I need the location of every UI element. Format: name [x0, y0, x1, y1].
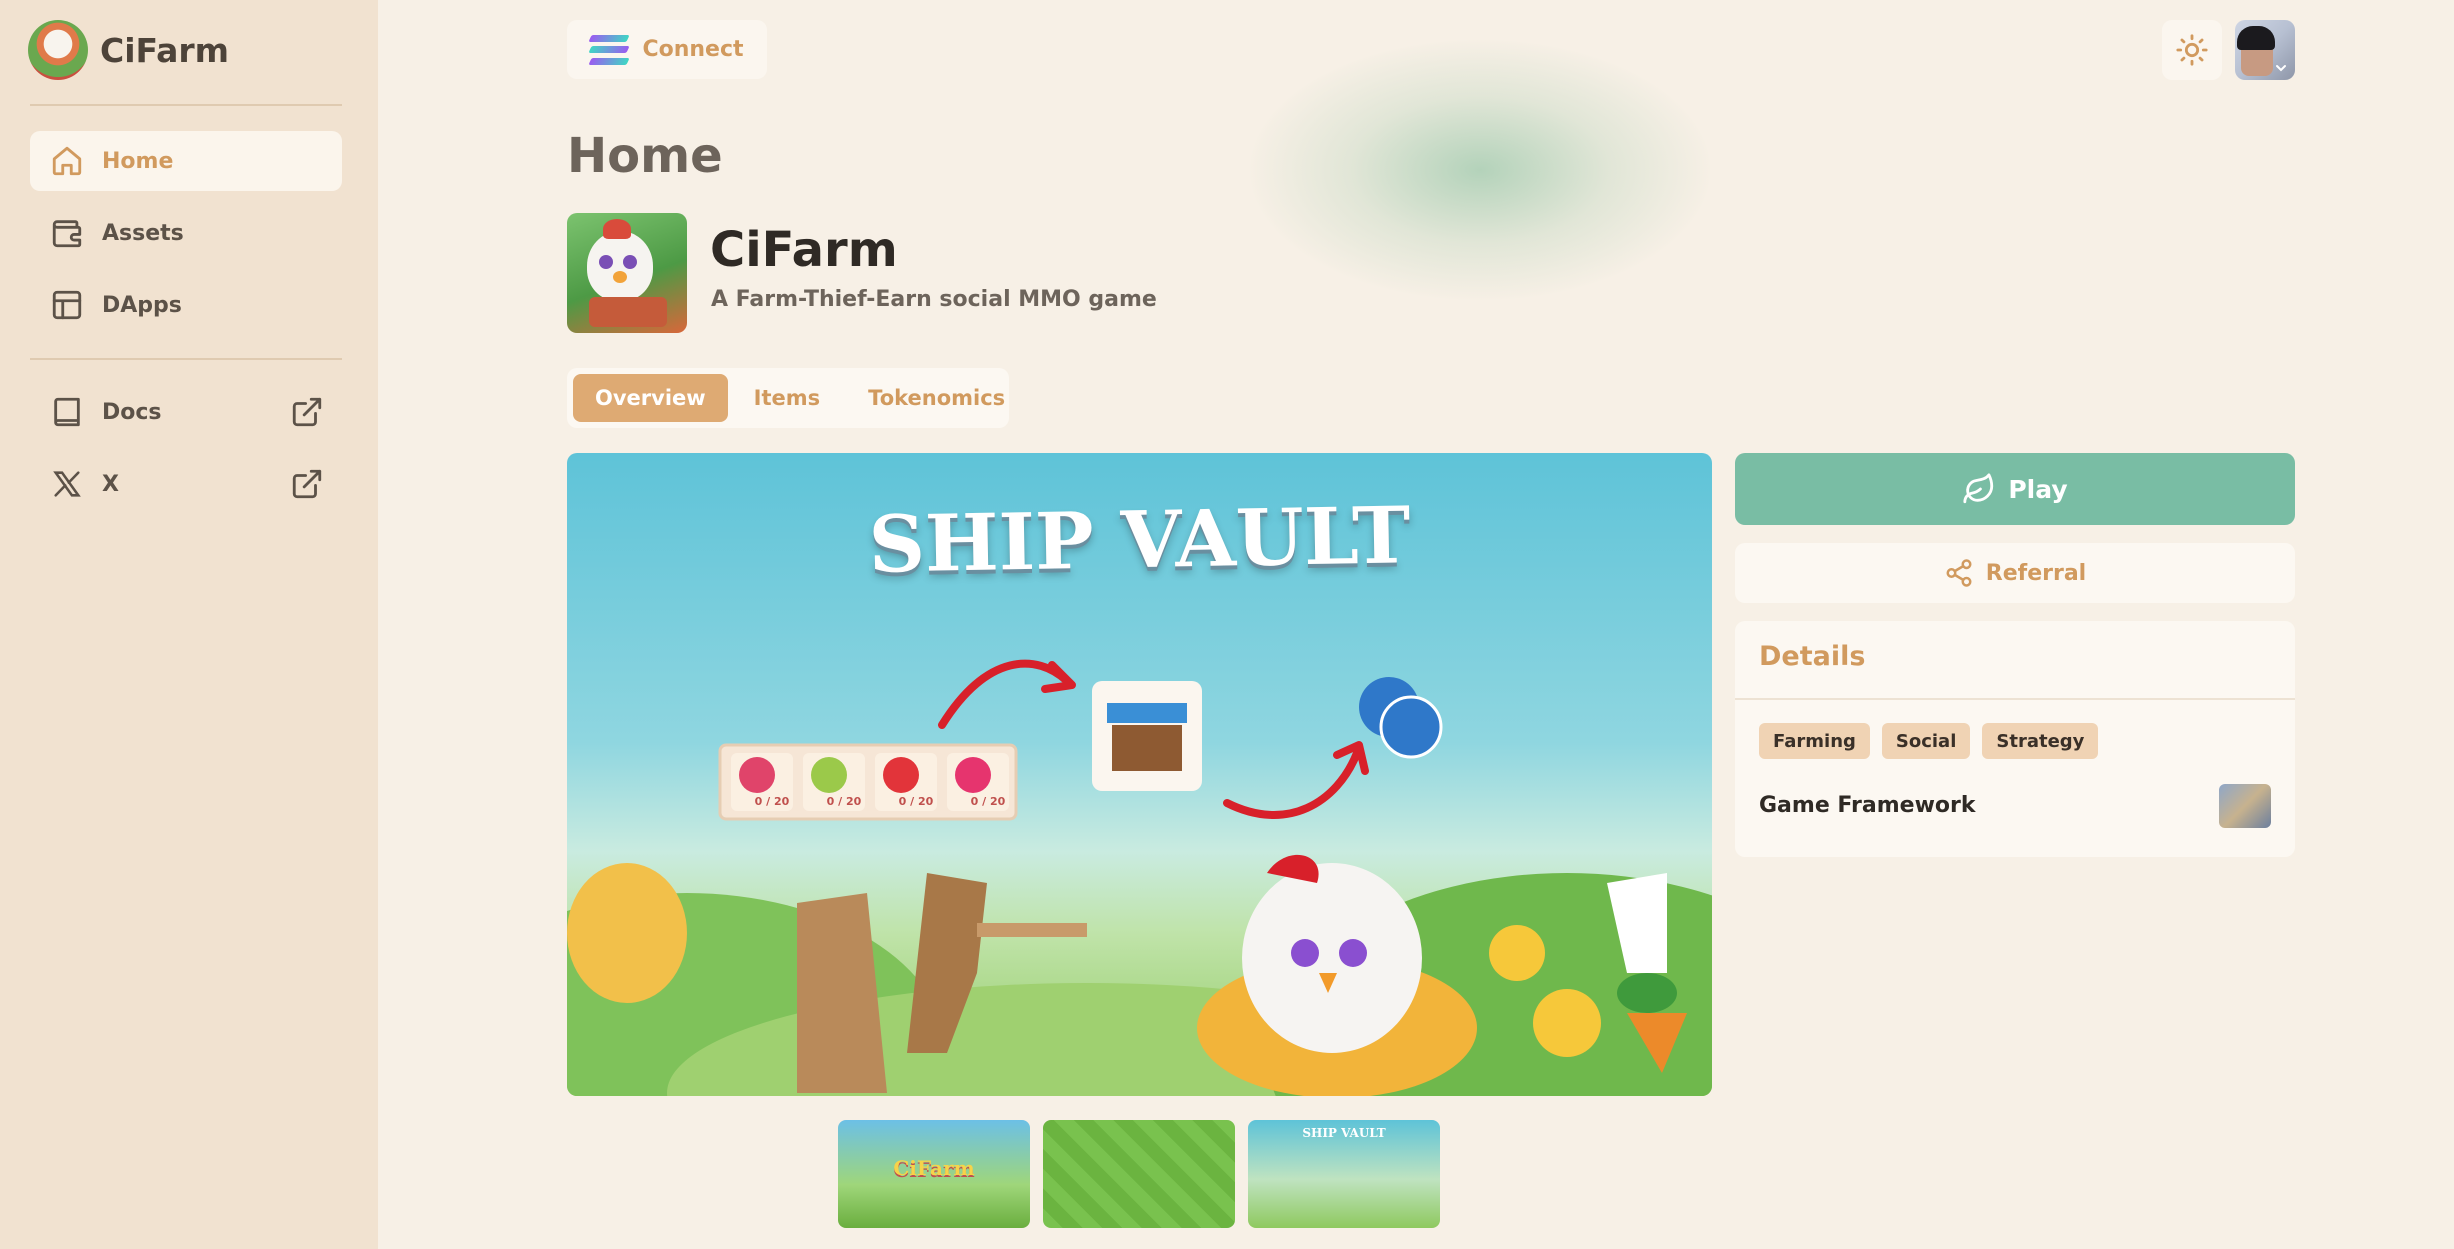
- counter-3: 0 / 20: [971, 795, 1006, 808]
- counter-1: 0 / 20: [827, 795, 862, 808]
- sidebar-item-label: Docs: [102, 399, 162, 425]
- thumbnail-2[interactable]: SHIP VAULT: [1248, 1120, 1440, 1228]
- tag-social: Social: [1881, 723, 1971, 759]
- play-label: Play: [2008, 474, 2068, 504]
- sidebar-link-docs[interactable]: Docs: [30, 382, 342, 442]
- home-icon: [52, 146, 82, 176]
- cifarm-logo: [28, 20, 88, 80]
- counter-0: 0 / 20: [755, 795, 790, 808]
- tab-items[interactable]: Items: [732, 374, 842, 422]
- details-card: Details Farming Social Strategy Game Fra…: [1735, 621, 2295, 857]
- brand[interactable]: CiFarm: [28, 20, 229, 80]
- background-glow: [1250, 40, 1710, 300]
- counter-2: 0 / 20: [899, 795, 934, 808]
- connect-wallet-button[interactable]: Connect: [567, 20, 767, 79]
- banner-image[interactable]: 0 / 20 0 / 20 0 / 20 0 / 20 SHIP VAULT: [567, 453, 1712, 1096]
- thumbnail-1[interactable]: [1043, 1120, 1235, 1228]
- chevron-down-icon: [2276, 65, 2286, 72]
- sidebar-item-label: DApps: [102, 292, 182, 318]
- game-framework-logo[interactable]: [2219, 784, 2271, 828]
- theme-toggle-button[interactable]: [2162, 20, 2222, 80]
- brand-name: CiFarm: [100, 30, 230, 70]
- sidebar-item-label: Assets: [102, 220, 184, 246]
- sidebar-link-x[interactable]: X: [30, 454, 342, 514]
- thumbnail-caption: CiFarm: [893, 1156, 975, 1180]
- tag-farming: Farming: [1759, 723, 1870, 759]
- referral-label: Referral: [1985, 560, 2087, 586]
- details-divider: [1735, 698, 2295, 700]
- thumbnail-0[interactable]: CiFarm: [838, 1120, 1030, 1228]
- sidebar: CiFarm Home Assets DApps Docs X: [0, 0, 378, 1249]
- thumbnail-caption: SHIP VAULT: [1302, 1126, 1386, 1140]
- sidebar-item-dapps[interactable]: DApps: [30, 275, 342, 335]
- app-name: CiFarm: [710, 222, 898, 278]
- sidebar-item-home[interactable]: Home: [30, 131, 342, 191]
- sun-icon: [2176, 34, 2208, 66]
- referral-button[interactable]: Referral: [1735, 543, 2295, 603]
- app-tagline: A Farm-Thief-Earn social MMO game: [711, 287, 1157, 312]
- avatar-hair: [2237, 26, 2275, 50]
- x-logo-icon: [53, 471, 81, 497]
- solana-icon: [588, 34, 631, 65]
- sidebar-item-label: Home: [102, 148, 174, 174]
- details-title: Details: [1759, 641, 1866, 672]
- sprout-icon: [1963, 473, 1994, 504]
- tab-overview[interactable]: Overview: [573, 374, 728, 422]
- sidebar-item-label: X: [102, 471, 119, 497]
- connect-label: Connect: [642, 37, 744, 62]
- wallet-icon: [52, 220, 82, 248]
- book-icon: [54, 397, 80, 427]
- external-link-icon: [292, 469, 322, 499]
- game-framework-label: Game Framework: [1759, 793, 1976, 818]
- sidebar-divider: [30, 104, 342, 106]
- external-link-icon: [292, 397, 322, 427]
- tab-bar: Overview Items Tokenomics: [567, 368, 1009, 428]
- share-icon: [1946, 559, 1972, 587]
- sidebar-divider: [30, 358, 342, 360]
- layout-icon: [52, 290, 82, 320]
- sidebar-item-assets[interactable]: Assets: [30, 203, 342, 263]
- page-title: Home: [567, 128, 723, 184]
- tag-list: Farming Social Strategy: [1759, 723, 2099, 759]
- tag-strategy: Strategy: [1982, 723, 2099, 759]
- tab-tokenomics[interactable]: Tokenomics: [846, 374, 1027, 422]
- thumbnail-strip: CiFarm SHIP VAULT: [838, 1120, 1440, 1228]
- play-button[interactable]: Play: [1735, 453, 2295, 525]
- user-avatar[interactable]: [2235, 20, 2295, 80]
- app-icon: [567, 213, 687, 333]
